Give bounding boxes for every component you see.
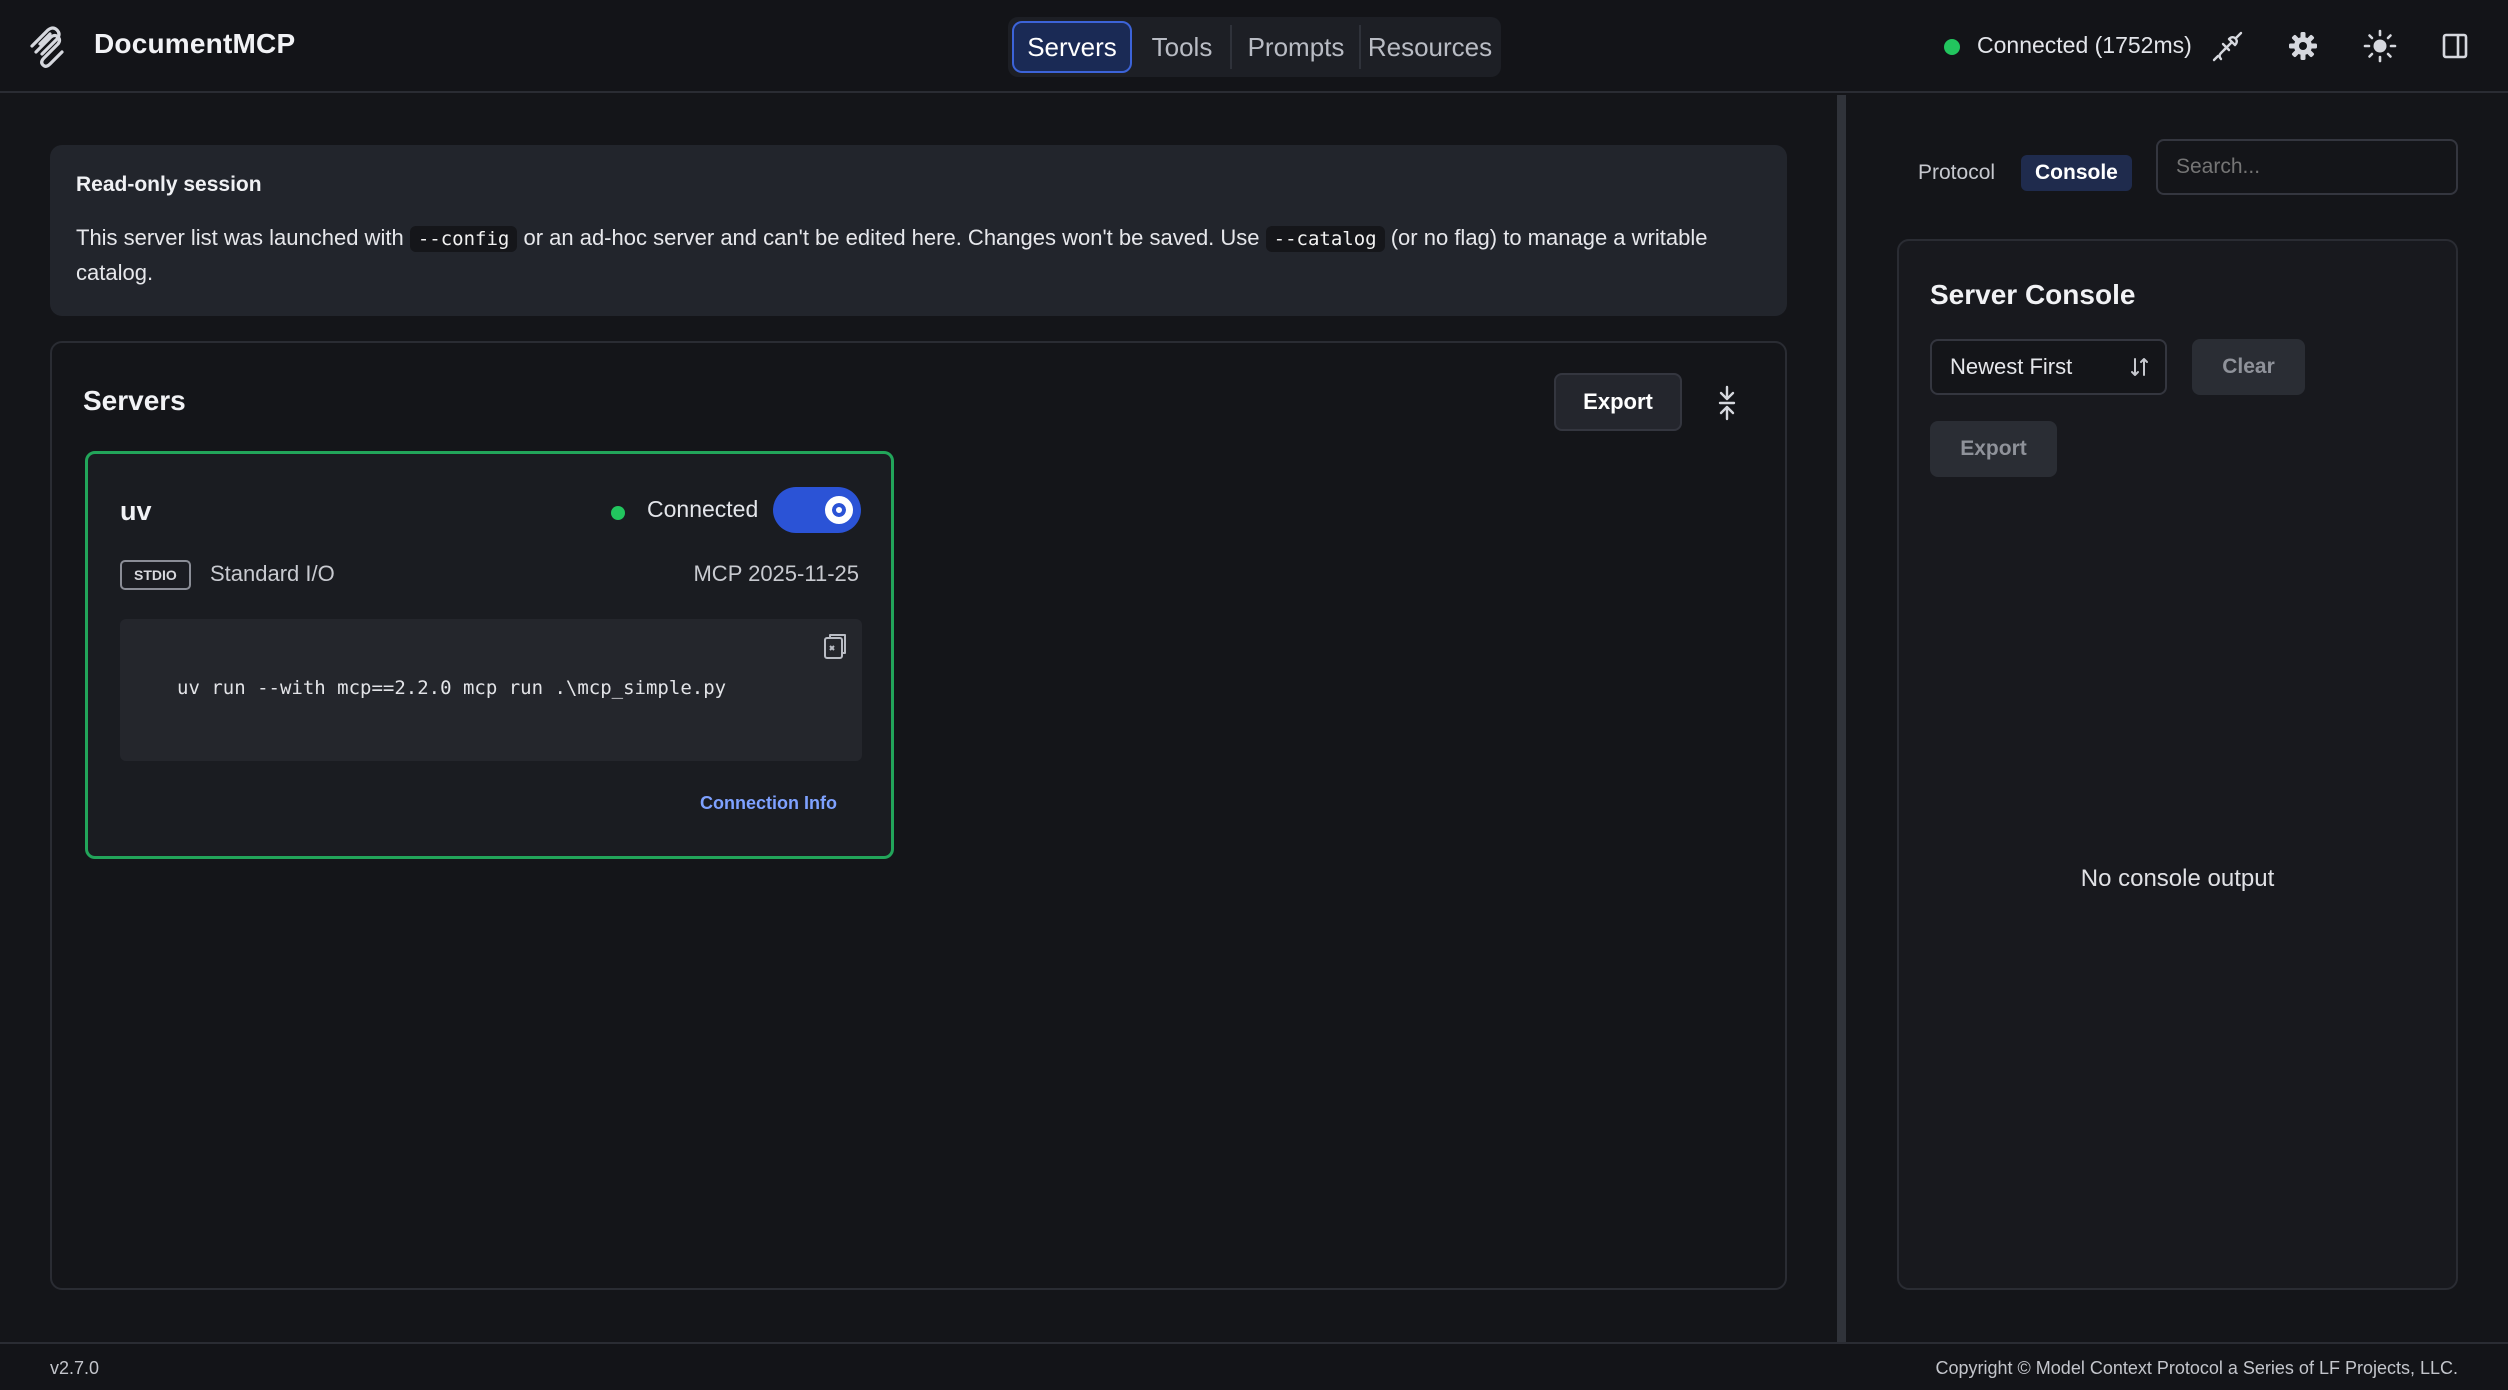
connection-info-link[interactable]: Connection Info [700, 793, 837, 814]
plug-icon[interactable] [2210, 28, 2246, 64]
server-command: uv run --with mcp==2.2.0 mcp run .\mcp_s… [177, 677, 727, 699]
sort-order-value: Newest First [1950, 354, 2073, 379]
transport-badge: STDIO [120, 560, 191, 590]
connection-status-text: Connected (1752ms) [1977, 32, 2192, 58]
notice-body: This server list was launched with --con… [76, 221, 1766, 290]
export-console-button[interactable]: Export [1930, 421, 2057, 477]
server-console-panel: Server Console Newest First Clear Export… [1897, 239, 2458, 1290]
panel-toggle-icon[interactable] [2437, 28, 2473, 64]
app-version: v2.7.0 [50, 1358, 100, 1378]
search-input[interactable] [2156, 139, 2458, 195]
catalog-flag-code: --catalog [1265, 226, 1385, 252]
sort-icon [2131, 358, 2148, 376]
tab-resources[interactable]: Resources [1363, 21, 1497, 73]
servers-panel: Servers Export uv Connected STDIO Standa… [50, 341, 1787, 1290]
notice-text: This server list was launched with [76, 225, 404, 250]
copy-icon[interactable] [822, 633, 848, 661]
sun-icon[interactable] [2362, 28, 2398, 64]
console-title: Server Console [1930, 279, 2136, 310]
tab-console[interactable]: Console [2021, 155, 2132, 191]
read-only-notice: Read-only session This server list was l… [50, 145, 1787, 316]
footer: v2.7.0 Copyright © Model Context Protoco… [0, 1342, 2508, 1390]
app-brand: DocumentMCP [94, 28, 296, 59]
copyright-text: Copyright © Model Context Protocol a Ser… [1935, 1358, 2459, 1378]
panel-resize-handle[interactable] [1837, 95, 1846, 1342]
server-status-dot [611, 506, 625, 520]
server-card[interactable]: uv Connected STDIO Standard I/O MCP 2025… [85, 451, 894, 859]
tab-prompts[interactable]: Prompts [1234, 21, 1358, 73]
export-servers-button[interactable]: Export [1554, 373, 1682, 431]
connection-status-dot [1944, 39, 1960, 55]
transport-label: Standard I/O [210, 561, 335, 586]
tab-servers[interactable]: Servers [1012, 21, 1132, 73]
servers-title: Servers [83, 385, 186, 416]
tab-tools[interactable]: Tools [1136, 21, 1228, 73]
protocol-version: MCP 2025-11-25 [693, 561, 859, 586]
app-logo-icon [30, 26, 64, 68]
sort-order-select[interactable]: Newest First [1930, 339, 2167, 395]
tab-protocol[interactable]: Protocol [1918, 155, 1995, 191]
tab-separator [1230, 25, 1232, 69]
server-enable-toggle[interactable] [773, 487, 861, 533]
main-nav-tabs: Servers Tools Prompts Resources [1008, 17, 1501, 77]
tab-separator [1359, 25, 1361, 69]
server-name: uv [120, 496, 152, 526]
notice-title: Read-only session [76, 173, 262, 196]
notice-text: or an ad-hoc server and can't be edited … [523, 225, 1260, 250]
clear-console-button[interactable]: Clear [2192, 339, 2305, 395]
gear-icon[interactable] [2285, 28, 2321, 64]
top-bar: DocumentMCP Servers Tools Prompts Resour… [0, 0, 2508, 93]
config-flag-code: --config [409, 226, 518, 252]
toggle-knob [825, 496, 853, 524]
empty-console-message: No console output [2080, 865, 2275, 892]
command-box: uv run --with mcp==2.2.0 mcp run .\mcp_s… [120, 619, 862, 761]
collapse-icon[interactable] [1712, 385, 1742, 421]
server-status: Connected [647, 496, 759, 522]
